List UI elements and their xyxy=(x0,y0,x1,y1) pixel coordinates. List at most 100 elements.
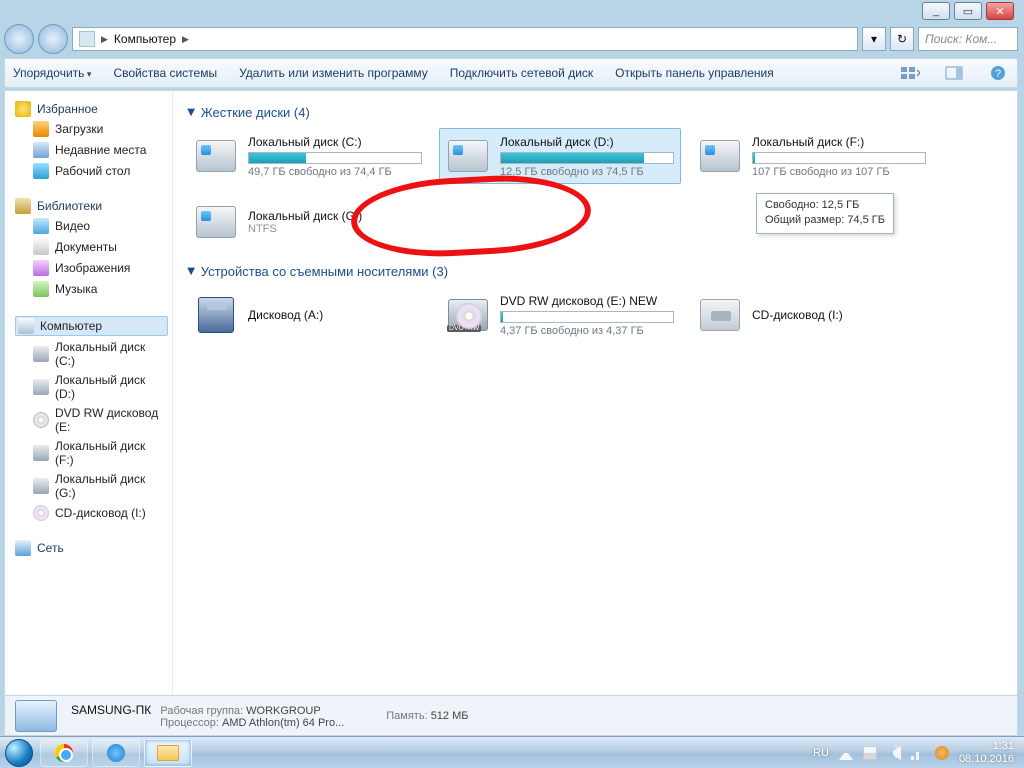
drive-d[interactable]: Локальный диск (D:) 12,5 ГБ свободно из … xyxy=(439,128,681,184)
sidebar-computer-header[interactable]: Компьютер xyxy=(15,316,168,336)
drive-name: Локальный диск (F:) xyxy=(752,135,926,149)
minimize-button[interactable]: _ xyxy=(922,2,950,20)
sidebar-item-dvd-e[interactable]: DVD RW дисковод (E: xyxy=(15,405,168,435)
cpu-label: Процессор: xyxy=(160,717,219,729)
drive-free-text: 4,37 ГБ свободно из 4,37 ГБ xyxy=(500,325,674,337)
address-bar: ▶ Компьютер ▶ ▾ ↻ Поиск: Ком... xyxy=(4,22,1018,56)
drive-e[interactable]: DVD+RW DVD RW дисковод (E:) NEW 4,37 ГБ … xyxy=(439,287,681,343)
sidebar-network-label: Сеть xyxy=(37,541,64,555)
group-hard-disks[interactable]: ▶Жесткие диски (4) xyxy=(187,105,1003,120)
search-input[interactable]: Поиск: Ком... xyxy=(918,27,1018,51)
sidebar: Избранное Загрузки Недавние места Рабочи… xyxy=(5,91,173,695)
sidebar-item-label: Видео xyxy=(55,219,90,233)
group-removable[interactable]: ▶Устройства со съемными носителями (3) xyxy=(187,264,1003,279)
cd-icon xyxy=(33,505,49,521)
sidebar-item-disk-d[interactable]: Локальный диск (D:) xyxy=(15,372,168,402)
sidebar-item-downloads[interactable]: Загрузки xyxy=(15,120,168,138)
close-button[interactable]: ✕ xyxy=(986,2,1014,20)
space-bar xyxy=(500,152,674,164)
sidebar-item-video[interactable]: Видео xyxy=(15,217,168,235)
sidebar-item-label: DVD RW дисковод (E: xyxy=(55,406,166,434)
hdd-icon xyxy=(446,136,490,176)
breadcrumb[interactable]: ▶ Компьютер ▶ xyxy=(72,27,858,51)
drive-c[interactable]: Локальный диск (C:) 49,7 ГБ свободно из … xyxy=(187,128,429,184)
map-network-drive-button[interactable]: Подключить сетевой диск xyxy=(450,66,593,80)
hdd-icon xyxy=(33,379,49,395)
taskbar-chrome[interactable] xyxy=(40,739,88,767)
network-icon xyxy=(15,540,31,556)
preview-pane-button[interactable] xyxy=(943,62,965,84)
windows-orb-icon xyxy=(5,739,33,767)
organize-menu[interactable]: Упорядочить xyxy=(13,66,91,80)
sidebar-item-documents[interactable]: Документы xyxy=(15,238,168,256)
tray-app-icon[interactable] xyxy=(935,746,949,760)
sidebar-item-label: Документы xyxy=(55,240,117,254)
sidebar-item-disk-f[interactable]: Локальный диск (F:) xyxy=(15,438,168,468)
nav-forward-button[interactable] xyxy=(38,24,68,54)
maximize-button[interactable]: ▭ xyxy=(954,2,982,20)
hdd-icon xyxy=(194,202,238,242)
start-button[interactable] xyxy=(0,738,38,768)
taskbar-browser[interactable] xyxy=(92,739,140,767)
system-properties-button[interactable]: Свойства системы xyxy=(113,66,217,80)
sidebar-item-label: Изображения xyxy=(55,261,130,275)
sidebar-item-recent[interactable]: Недавние места xyxy=(15,141,168,159)
sidebar-libraries-header[interactable]: Библиотеки xyxy=(15,198,168,214)
language-indicator[interactable]: RU xyxy=(813,747,829,759)
dvd-icon: DVD+RW xyxy=(446,295,490,335)
control-panel-button[interactable]: Открыть панель управления xyxy=(615,66,774,80)
cpu-value: AMD Athlon(tm) 64 Pro... xyxy=(222,717,344,729)
sidebar-computer-label: Компьютер xyxy=(40,319,102,333)
cd-drive-icon xyxy=(698,295,742,335)
chevron-right-icon[interactable]: ▶ xyxy=(182,34,189,45)
drive-i[interactable]: CD-дисковод (I:) xyxy=(691,287,933,343)
drive-a[interactable]: Дисковод (A:) xyxy=(187,287,429,343)
sidebar-favorites-header[interactable]: Избранное xyxy=(15,101,168,117)
nav-back-button[interactable] xyxy=(4,24,34,54)
action-center-icon[interactable] xyxy=(863,746,877,760)
drive-name: Локальный диск (D:) xyxy=(500,135,674,149)
chrome-icon xyxy=(55,744,73,762)
sidebar-item-disk-c[interactable]: Локальный диск (C:) xyxy=(15,339,168,369)
sidebar-item-label: Загрузки xyxy=(55,122,103,136)
explorer-body: Избранное Загрузки Недавние места Рабочи… xyxy=(4,90,1018,696)
path-dropdown-button[interactable]: ▾ xyxy=(862,27,886,51)
sidebar-item-cd-i[interactable]: CD-дисковод (I:) xyxy=(15,504,168,522)
volume-icon[interactable] xyxy=(887,746,901,760)
help-button[interactable]: ? xyxy=(987,62,1009,84)
sidebar-item-pictures[interactable]: Изображения xyxy=(15,259,168,277)
sidebar-item-disk-g[interactable]: Локальный диск (G:) xyxy=(15,471,168,501)
dvd-badge: DVD+RW xyxy=(447,325,481,332)
drive-g[interactable]: Локальный диск (G:) NTFS xyxy=(187,194,429,250)
star-icon xyxy=(15,101,31,117)
clock-date: 08.10.2016 xyxy=(959,753,1014,765)
breadcrumb-root[interactable]: Компьютер xyxy=(114,32,176,46)
sidebar-item-label: Локальный диск (F:) xyxy=(55,439,166,467)
sidebar-item-label: CD-дисковод (I:) xyxy=(55,506,146,520)
refresh-button[interactable]: ↻ xyxy=(890,27,914,51)
sidebar-item-label: Локальный диск (G:) xyxy=(55,472,166,500)
drive-free-text: 107 ГБ свободно из 107 ГБ xyxy=(752,166,926,178)
drive-f[interactable]: Локальный диск (F:) 107 ГБ свободно из 1… xyxy=(691,128,933,184)
sidebar-item-music[interactable]: Музыка xyxy=(15,280,168,298)
uninstall-program-button[interactable]: Удалить или изменить программу xyxy=(239,66,428,80)
sidebar-item-label: Рабочий стол xyxy=(55,164,130,178)
taskbar-explorer[interactable] xyxy=(144,739,192,767)
drive-free-text: 49,7 ГБ свободно из 74,4 ГБ xyxy=(248,166,422,178)
desktop-icon xyxy=(33,163,49,179)
pictures-icon xyxy=(33,260,49,276)
hdd-icon xyxy=(33,445,49,461)
network-tray-icon[interactable] xyxy=(911,746,925,760)
clock[interactable]: 1:31 08.10.2016 xyxy=(959,740,1014,764)
tray-overflow-icon[interactable] xyxy=(839,746,853,760)
video-icon xyxy=(33,218,49,234)
drive-name: Локальный диск (C:) xyxy=(248,135,422,149)
space-bar xyxy=(500,311,674,323)
computer-icon xyxy=(79,31,95,47)
sidebar-item-desktop[interactable]: Рабочий стол xyxy=(15,162,168,180)
window-controls: _ ▭ ✕ xyxy=(922,2,1014,20)
sidebar-network-header[interactable]: Сеть xyxy=(15,540,168,556)
drive-name: CD-дисковод (I:) xyxy=(752,308,926,322)
hdd-icon xyxy=(698,136,742,176)
view-mode-button[interactable] xyxy=(899,62,921,84)
